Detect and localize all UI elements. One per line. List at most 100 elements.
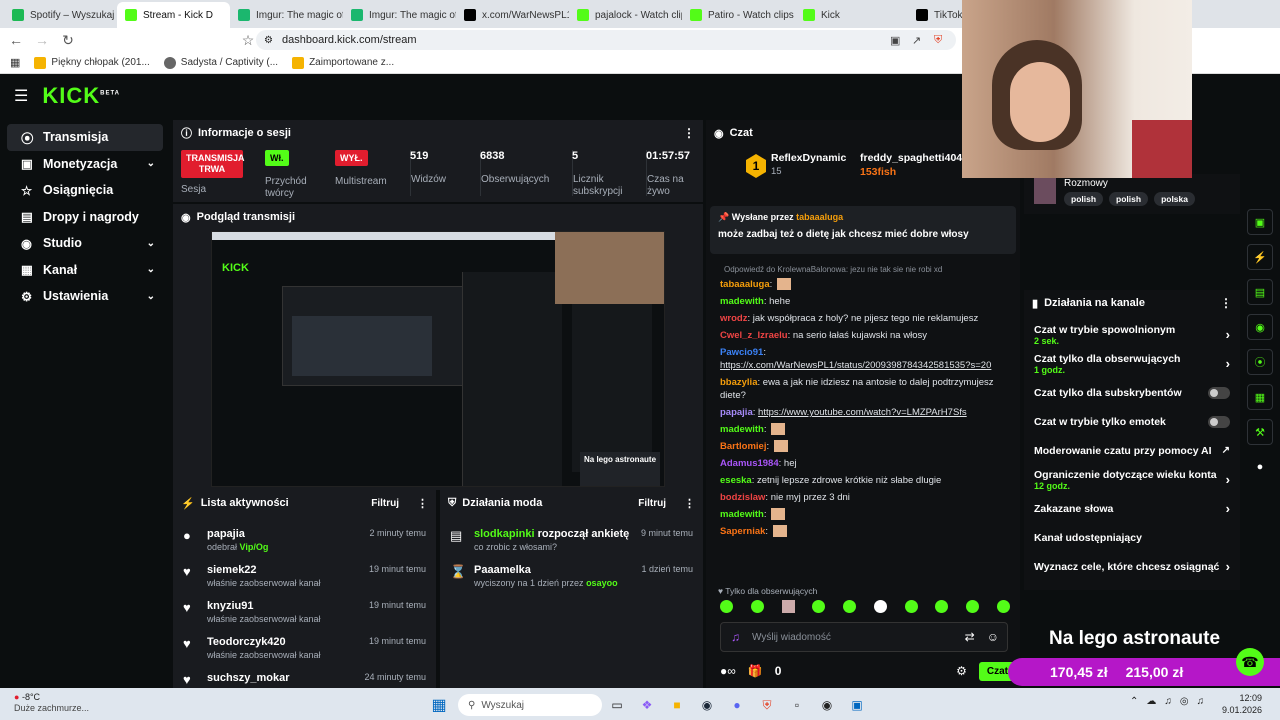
system-tray[interactable]: ⌃ ☁ ♫ ◎ ♫ — [1130, 696, 1204, 707]
chevron-down-icon[interactable]: ⌄ — [147, 264, 155, 275]
chevron-down-icon[interactable]: ⌄ — [147, 158, 155, 169]
network-icon[interactable]: ☁ — [1146, 696, 1156, 707]
mod-action-user[interactable]: slodkapinki — [474, 528, 535, 540]
activity-user[interactable]: suchszy_mokar — [207, 672, 290, 684]
back-icon[interactable]: ← — [6, 32, 26, 48]
chat-username[interactable]: Bartlomiej — [720, 441, 766, 452]
steam-icon[interactable]: ◉ — [697, 695, 717, 715]
activity-item[interactable]: ♥ knyziu91 właśnie zaobserwował kanał 19 mi… — [173, 594, 436, 630]
chat-link[interactable]: https://x.com/WarNewsPL1/status/20093987… — [720, 360, 991, 371]
layout-icon[interactable]: ▦ — [1247, 384, 1273, 410]
second-gifter-name[interactable]: freddy_spaghetti404 — [860, 152, 962, 164]
chat-username[interactable]: madewith — [720, 296, 764, 307]
chat-settings-icon[interactable]: ⚙ — [956, 664, 967, 678]
chat-message[interactable]: madewith: hehe — [706, 293, 1020, 310]
mod-action-user[interactable]: Paaamelka — [474, 564, 531, 576]
channel-action-item[interactable]: Czat tylko dla obserwujących 1 godz. › — [1024, 349, 1240, 378]
activity-filter-button[interactable]: Filtruj — [371, 498, 399, 509]
windows-start-icon[interactable]: ▦ — [429, 695, 449, 715]
channel-action-item[interactable]: Wyznacz cele, które chcesz osiągnąć › — [1024, 552, 1240, 581]
chat-message[interactable]: Cwel_z_Izraelu: na serio łałaś kujawski … — [706, 327, 1020, 344]
browser-tab[interactable]: Patiro - Watch clips on — [682, 2, 795, 28]
copilot-icon[interactable]: ❖ — [637, 695, 657, 715]
bookmark-item[interactable]: Piękny chłopak (201... — [34, 56, 150, 69]
channel-action-item[interactable]: Kanał udostępniający — [1024, 523, 1240, 552]
emote-bar[interactable] — [720, 600, 1010, 616]
channel-action-item[interactable]: Moderowanie czatu przy pomocy AI ↗ — [1024, 436, 1240, 465]
top-gifter-name[interactable]: ReflexDynamic — [771, 152, 846, 164]
external-link-icon[interactable]: ↗ — [1222, 445, 1230, 456]
chat-username[interactable]: tabaaaluga — [720, 279, 770, 290]
chevron-right-icon[interactable]: › — [1226, 559, 1230, 574]
stream-video[interactable]: KICK Na lego astronaute — [211, 231, 665, 487]
chat-username[interactable]: bodzislaw — [720, 492, 765, 503]
toggle-switch[interactable] — [1208, 415, 1230, 428]
kick-logo[interactable]: KICKBETA — [42, 83, 120, 109]
chat-message[interactable]: wrodz: jak współpraca z holy? ne pijesz … — [706, 310, 1020, 327]
mic-icon[interactable]: ♫ — [731, 630, 740, 644]
chat-username[interactable]: Cwel_z_Izraelu — [720, 330, 788, 341]
activity-user[interactable]: knyziu91 — [207, 600, 321, 612]
browser-tab[interactable]: Kick — [795, 2, 908, 28]
address-bar[interactable]: ⚙ dashboard.kick.com/stream — [256, 30, 956, 50]
chat-username[interactable]: madewith — [720, 424, 764, 435]
chip-icon[interactable]: ● — [1247, 454, 1273, 480]
chat-username[interactable]: Saperniak — [720, 526, 765, 537]
mod-action-item[interactable]: ⌛ Paaamelka wyciszony na 1 dzień przez osa… — [440, 558, 703, 594]
wrench-icon[interactable]: ⚒ — [1247, 419, 1273, 445]
more-options-icon[interactable]: ⋮ — [684, 497, 695, 510]
chat-message[interactable]: eseska: zetnij lepsze zdrowe krótkie niż… — [706, 472, 1020, 489]
browser-tab[interactable]: Imgur: The magic of th — [343, 2, 456, 28]
browser-tab[interactable]: x.com/WarNewsPL1/st — [456, 2, 569, 28]
gift-icon[interactable]: 🎁 — [748, 664, 763, 678]
camera-icon[interactable]: ▣ — [1247, 209, 1273, 235]
sidebar-item-transmisja[interactable]: ⦿ Transmisja — [7, 124, 163, 151]
pinned-message[interactable]: 📌 Wysłane przez tabaaaluga może zadbaj t… — [710, 206, 1016, 254]
browser-tab[interactable]: Spotify – Wyszukaj — [4, 2, 117, 28]
mod-action-item[interactable]: ▤ slodkapinki rozpoczął ankietę co zrobic … — [440, 522, 703, 558]
sidebar-item-monetyzacja[interactable]: ▣ Monetyzacja ⌄ — [7, 151, 163, 178]
forward-icon[interactable]: → — [32, 32, 52, 48]
wifi-icon[interactable]: ◎ — [1180, 696, 1189, 707]
chevron-down-icon[interactable]: ⌄ — [147, 238, 155, 249]
sidebar-item-dropy-i-nagrody[interactable]: ▤ Dropy i nagrody — [7, 204, 163, 231]
chat-message[interactable]: papajia: https://www.youtube.com/watch?v… — [706, 404, 1020, 421]
volume-icon[interactable]: ♫ — [1197, 696, 1205, 707]
tray-up-icon[interactable]: ⌃ — [1130, 696, 1138, 707]
sidebar-item-ustawienia[interactable]: ⚙ Ustawienia ⌄ — [7, 283, 163, 310]
category-name[interactable]: Rozmowy — [1064, 178, 1108, 189]
activity-user[interactable]: Teodorczyk420 — [207, 636, 321, 648]
activity-item[interactable]: ♥ Teodorczyk420 właśnie zaobserwował kanał… — [173, 630, 436, 666]
chat-icon[interactable]: ◉ — [1247, 314, 1273, 340]
apps-grid-icon[interactable]: ▦ — [10, 56, 20, 69]
obs-icon[interactable]: ◉ — [817, 695, 837, 715]
chat-input[interactable]: ♫ Wyślij wiadomość ⇄ ☺ — [720, 622, 1008, 652]
chevron-right-icon[interactable]: › — [1226, 501, 1230, 516]
brave-shield-icon[interactable]: ⛨ — [934, 34, 942, 47]
chat-message[interactable]: Pawcio91: https://x.com/WarNewsPL1/statu… — [706, 344, 1020, 374]
channel-action-item[interactable]: Zakazane słowa › — [1024, 494, 1240, 523]
channel-action-item[interactable]: Czat w trybie spowolnionym 2 sek. › — [1024, 320, 1240, 349]
stream-tag[interactable]: polska — [1154, 192, 1195, 206]
chat-username[interactable]: eseska — [720, 475, 752, 486]
points-icon[interactable]: ●∞ — [720, 664, 736, 678]
sidebar-item-osi-gni-cia[interactable]: ☆ Osiągnięcia — [7, 177, 163, 204]
chevron-right-icon[interactable]: › — [1226, 472, 1230, 487]
stream-tag[interactable]: polish — [1064, 192, 1104, 206]
stream-tag[interactable]: polish — [1109, 192, 1149, 206]
sidebar-item-studio[interactable]: ◉ Studio ⌄ — [7, 230, 163, 257]
taskbar-search[interactable]: ⚲ Wyszukaj — [458, 694, 602, 716]
task-view-icon[interactable]: ▭ — [607, 695, 627, 715]
bolt-icon[interactable]: ⚡ — [1247, 244, 1273, 270]
mod-filter-button[interactable]: Filtruj — [638, 498, 666, 509]
emoji-icon[interactable]: ☺ — [987, 630, 999, 644]
bookmark-item[interactable]: Zaimportowane z... — [292, 56, 394, 69]
weather-widget[interactable]: ● -8°C Duże zachmurze... — [14, 692, 89, 714]
bookmark-item[interactable]: Sadysta / Captivity (... — [163, 56, 278, 69]
pinned-by-user[interactable]: tabaaaluga — [796, 212, 843, 222]
bookmark-star-icon[interactable]: ☆ — [238, 32, 258, 49]
discord-icon[interactable]: ● — [727, 695, 747, 715]
chat-link[interactable]: https://www.youtube.com/watch?v=LMZPArH7… — [758, 407, 967, 418]
chat-username[interactable]: Adamus1984 — [720, 458, 779, 469]
mic-icon[interactable]: ♫ — [1164, 696, 1172, 707]
